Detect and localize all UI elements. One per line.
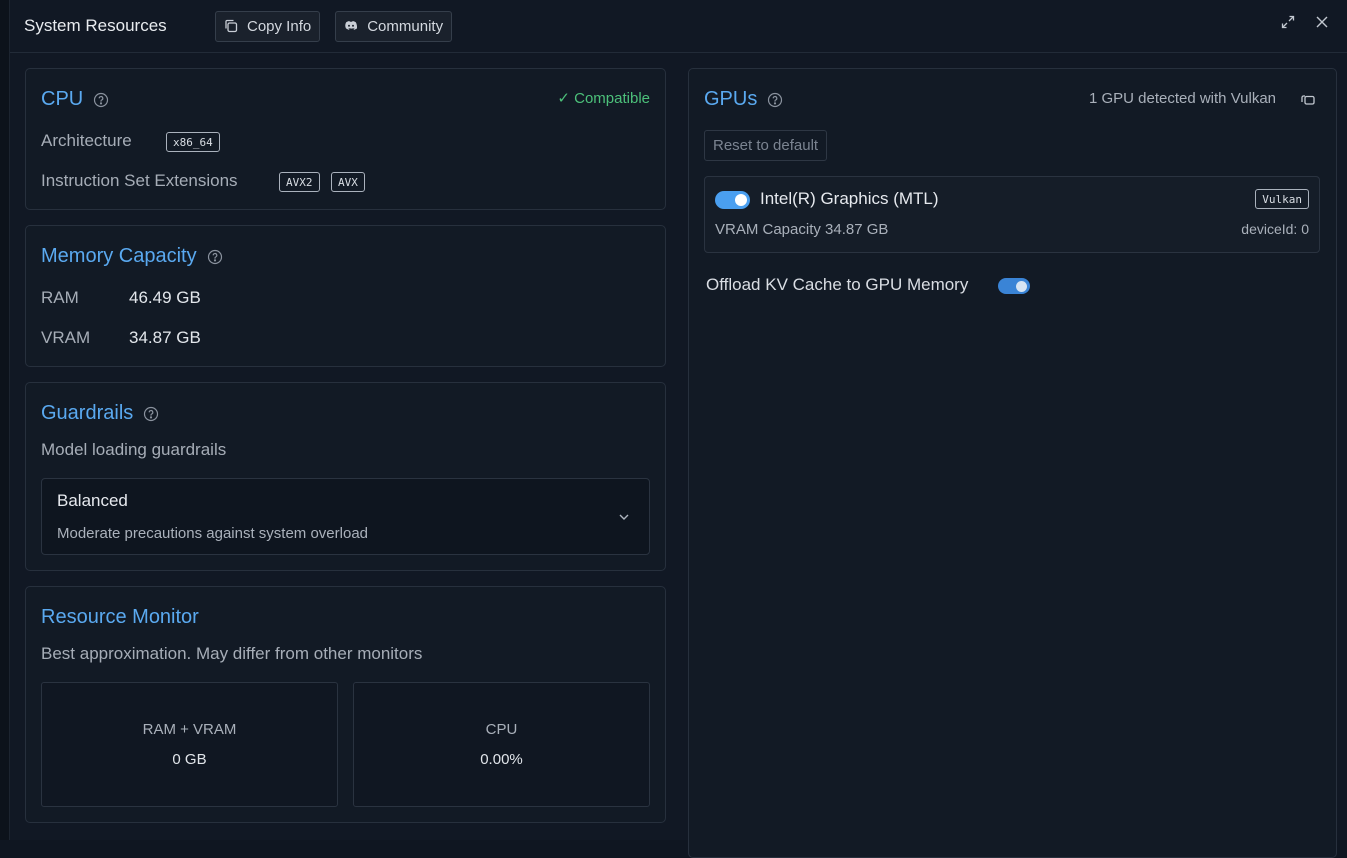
extensions-label: Instruction Set Extensions: [41, 171, 238, 190]
guardrails-selected-desc: Moderate precautions against system over…: [57, 525, 369, 542]
gpus-title-text: GPUs: [704, 88, 758, 110]
help-icon[interactable]: [93, 92, 109, 108]
monitor-title-text: Resource Monitor: [41, 606, 199, 628]
gpu-backend-tag: Vulkan: [1255, 189, 1309, 209]
ram-vram-stat-value: 0 GB: [172, 751, 207, 768]
guardrails-select[interactable]: Balanced Moderate precautions against sy…: [41, 478, 650, 555]
guardrails-title: Guardrails: [41, 402, 159, 425]
help-icon[interactable]: [207, 249, 223, 265]
memory-title: Memory Capacity: [41, 245, 223, 268]
close-icon: [1316, 16, 1328, 28]
gpu-vram-text: VRAM Capacity 34.87 GB: [715, 221, 889, 238]
community-label: Community: [367, 17, 444, 35]
guardrails-card: Guardrails Model loading guardrails Bala…: [25, 382, 666, 571]
chevron-down-icon: [619, 514, 629, 520]
expand-button[interactable]: [1280, 14, 1296, 30]
ram-value: 46.49 GB: [129, 288, 201, 307]
reset-to-default-button[interactable]: Reset to default: [704, 130, 828, 161]
help-icon[interactable]: [143, 406, 159, 422]
memory-card: Memory Capacity RAM 46.49 GB VRAM 34.87 …: [25, 225, 666, 367]
offload-kv-label: Offload KV Cache to GPU Memory: [706, 275, 969, 294]
extension-tag-avx2: AVX2: [279, 172, 320, 192]
ram-vram-stat-label: RAM + VRAM: [142, 721, 237, 738]
guardrails-subtitle: Model loading guardrails: [41, 440, 227, 459]
cpu-stat-label: CPU: [485, 721, 518, 738]
left-rail: [0, 0, 10, 840]
extension-tag-avx: AVX: [331, 172, 365, 192]
toggle-knob: [1016, 280, 1027, 292]
ram-label: RAM: [41, 288, 79, 307]
close-button[interactable]: [1314, 14, 1330, 30]
guardrails-selected: Balanced: [57, 491, 128, 510]
gpu-enable-toggle[interactable]: [715, 191, 750, 209]
monitor-title: Resource Monitor: [41, 606, 199, 629]
discord-icon: [345, 21, 358, 30]
copy-info-label: Copy Info: [247, 17, 312, 35]
copy-icon[interactable]: [1300, 92, 1316, 108]
community-button[interactable]: Community: [335, 10, 453, 42]
titlebar: System Resources Copy Info Community: [10, 0, 1347, 53]
resource-monitor-card: Resource Monitor Best approximation. May…: [25, 586, 666, 823]
window-title: System Resources: [24, 16, 167, 35]
system-resources-window: System Resources Copy Info Community CPU…: [10, 0, 1347, 858]
guardrails-title-text: Guardrails: [41, 402, 134, 424]
cpu-title: CPU: [41, 88, 109, 111]
cpu-stat-value: 0.00%: [480, 751, 523, 768]
help-icon[interactable]: [767, 92, 783, 108]
cpu-stat: CPU 0.00%: [353, 682, 650, 807]
gpu-detected-text: 1 GPU detected with Vulkan: [1088, 90, 1276, 107]
compatible-status: ✓ Compatible: [557, 90, 650, 107]
cpu-title-text: CPU: [41, 88, 84, 110]
gpu-device-id: deviceId: 0: [1241, 221, 1309, 237]
architecture-label: Architecture: [41, 131, 132, 150]
architecture-tag: x86_64: [166, 132, 220, 152]
ram-vram-stat: RAM + VRAM 0 GB: [41, 682, 338, 807]
monitor-subtitle: Best approximation. May differ from othe…: [41, 644, 423, 663]
copy-icon: [225, 19, 238, 33]
gpu-device-card: Intel(R) Graphics (MTL) Vulkan VRAM Capa…: [704, 176, 1320, 253]
toggle-knob: [735, 194, 747, 206]
gpu-name: Intel(R) Graphics (MTL): [760, 189, 939, 208]
memory-title-text: Memory Capacity: [41, 245, 197, 267]
vram-label: VRAM: [41, 328, 91, 347]
copy-info-button[interactable]: Copy Info: [215, 10, 321, 42]
gpus-card: GPUs 1 GPU detected with Vulkan Reset to…: [688, 68, 1337, 858]
expand-icon: [1281, 15, 1295, 29]
cpu-card: CPU ✓ Compatible Architecture x86_64 Ins…: [25, 68, 666, 210]
vram-value: 34.87 GB: [129, 328, 201, 347]
gpus-title: GPUs: [704, 88, 783, 111]
offload-kv-toggle[interactable]: [998, 278, 1030, 294]
